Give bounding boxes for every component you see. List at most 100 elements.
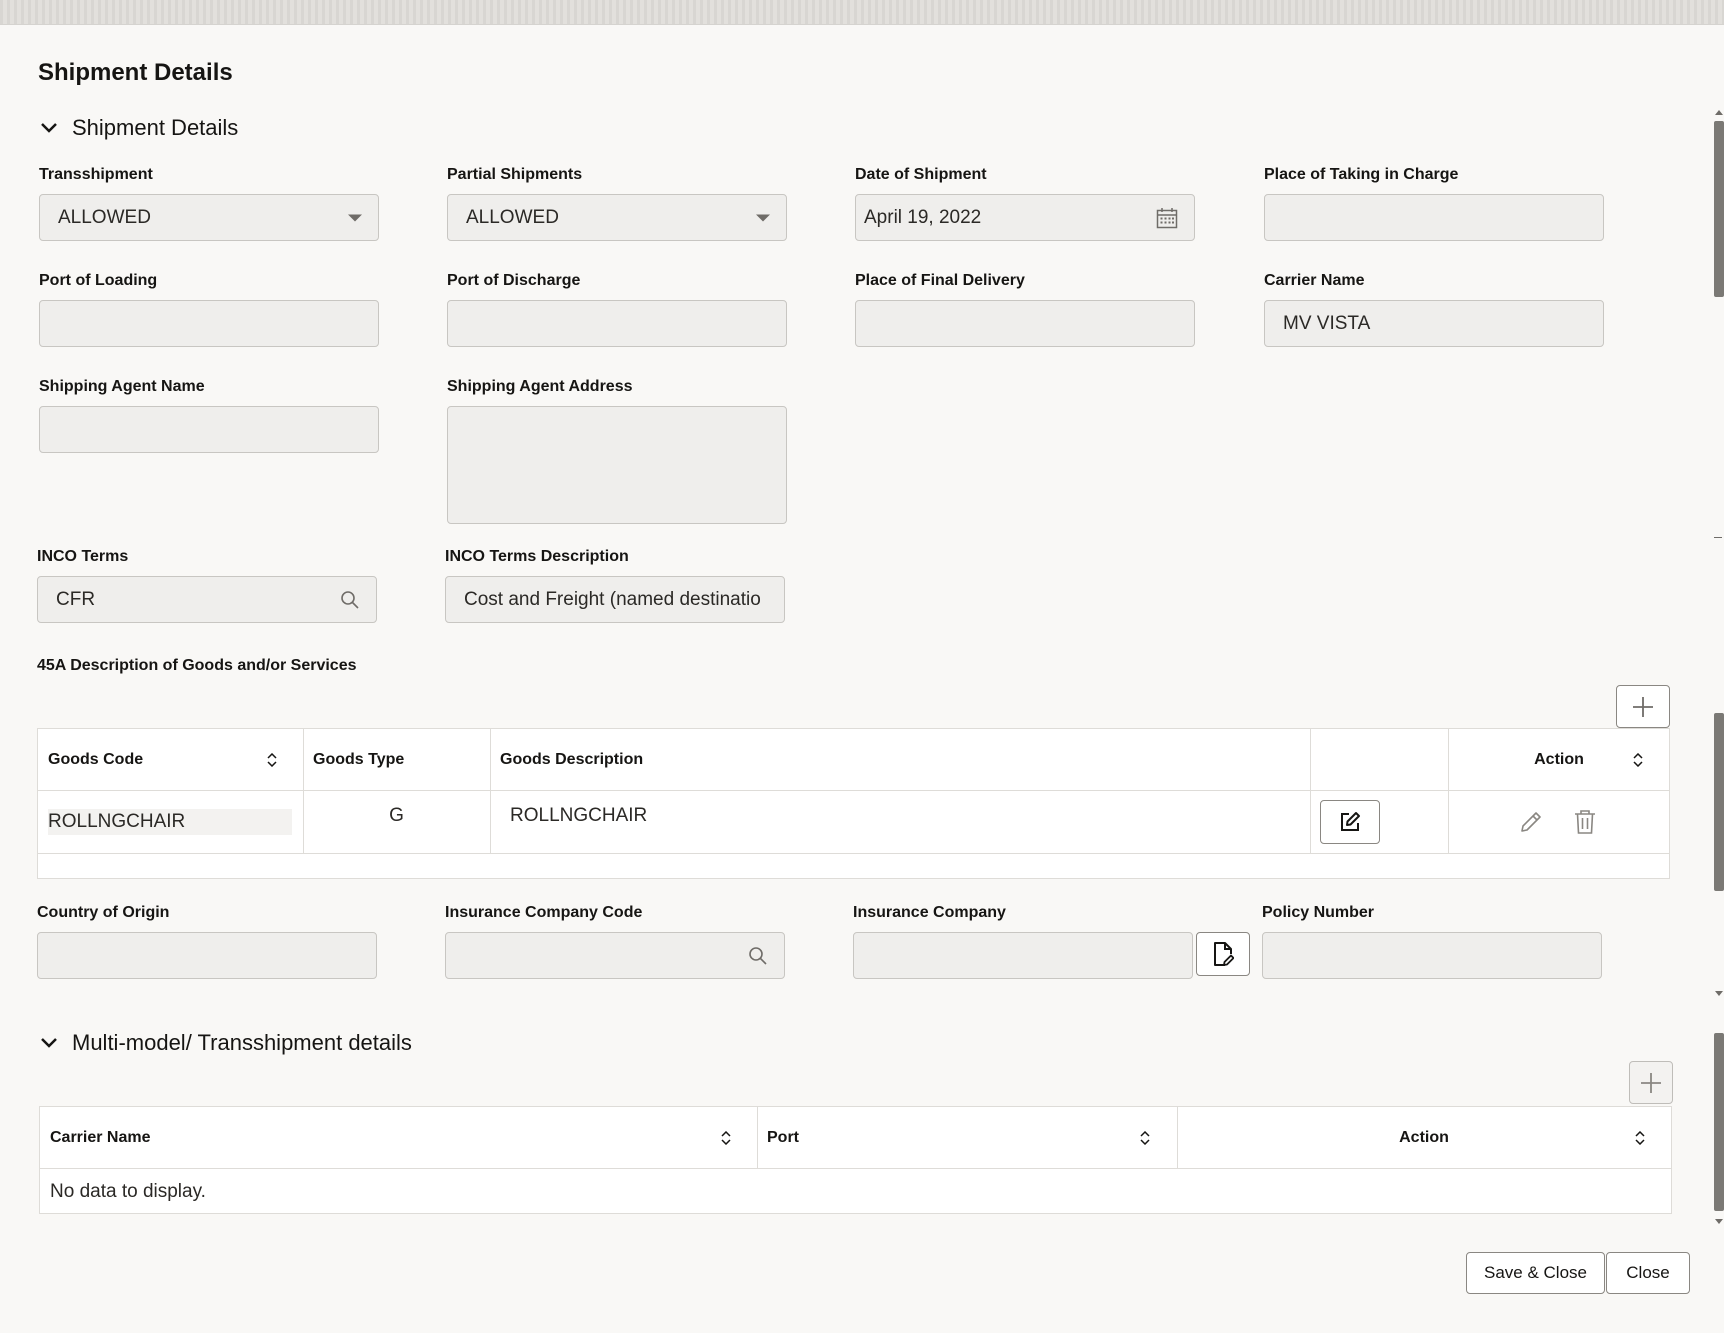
search-icon[interactable] bbox=[748, 946, 768, 966]
shipment-details-dialog: Shipment Details Shipment Details Transs… bbox=[0, 24, 1724, 1333]
sort-icon[interactable] bbox=[720, 1131, 732, 1145]
empty-table-message: No data to display. bbox=[40, 1169, 757, 1214]
transshipment-select[interactable]: ALLOWED bbox=[39, 194, 379, 241]
search-icon[interactable] bbox=[340, 590, 360, 610]
scrollbar-thumb[interactable] bbox=[1714, 713, 1724, 891]
calendar-icon[interactable] bbox=[1156, 207, 1178, 229]
port-header-label: Port bbox=[767, 1129, 799, 1147]
carrier-name-header-label: Carrier Name bbox=[50, 1129, 151, 1147]
partial-shipments-value: ALLOWED bbox=[466, 207, 559, 229]
transshipment-value: ALLOWED bbox=[58, 207, 151, 229]
row-divider bbox=[38, 853, 1669, 854]
inco-terms-description-input[interactable]: Cost and Freight (named destinatio bbox=[445, 576, 785, 623]
port-of-discharge-input[interactable] bbox=[447, 300, 787, 347]
goods-code-cell: ROLLNGCHAIR bbox=[38, 791, 303, 853]
date-of-shipment-label: Date of Shipment bbox=[855, 166, 987, 184]
scrollbar-thumb[interactable] bbox=[1714, 1033, 1724, 1211]
sort-icon[interactable] bbox=[1139, 1131, 1151, 1145]
sort-icon[interactable] bbox=[266, 753, 278, 767]
sort-icon[interactable] bbox=[1634, 1131, 1646, 1145]
background-page-strip bbox=[0, 0, 1724, 26]
goods-type-header-label: Goods Type bbox=[313, 751, 404, 769]
insurance-company-input[interactable] bbox=[853, 932, 1193, 979]
dialog-title: Shipment Details bbox=[38, 59, 233, 87]
edit-description-button[interactable] bbox=[1320, 800, 1380, 844]
add-transshipment-button[interactable] bbox=[1629, 1061, 1673, 1104]
goods-type-cell: G bbox=[303, 791, 490, 841]
shipping-agent-address-textarea[interactable] bbox=[447, 406, 787, 524]
goods-section-label: 45A Description of Goods and/or Services bbox=[37, 657, 357, 675]
place-of-taking-in-charge-label: Place of Taking in Charge bbox=[1264, 166, 1458, 184]
carrier-name-value: MV VISTA bbox=[1283, 313, 1370, 335]
scrollbar-thumb[interactable] bbox=[1714, 121, 1724, 297]
empty-table-text: No data to display. bbox=[50, 1181, 206, 1203]
partial-shipments-label: Partial Shipments bbox=[447, 166, 582, 184]
carrier-name-input[interactable]: MV VISTA bbox=[1264, 300, 1604, 347]
inco-terms-input[interactable]: CFR bbox=[37, 576, 377, 623]
action-header-label: Action bbox=[1399, 1129, 1449, 1147]
pencil-icon[interactable] bbox=[1517, 808, 1545, 836]
goods-action-header-label: Action bbox=[1534, 751, 1584, 769]
country-of-origin-label: Country of Origin bbox=[37, 904, 169, 922]
goods-type-header[interactable]: Goods Type bbox=[303, 729, 490, 790]
goods-table: Goods Code Goods Type Goods Description … bbox=[37, 728, 1670, 879]
transshipment-label: Transshipment bbox=[39, 166, 153, 184]
add-goods-button[interactable] bbox=[1616, 685, 1670, 728]
policy-number-input[interactable] bbox=[1262, 932, 1602, 979]
plus-icon bbox=[1639, 1071, 1663, 1095]
place-of-taking-in-charge-input[interactable] bbox=[1264, 194, 1604, 241]
section-title: Multi-model/ Transshipment details bbox=[72, 1030, 412, 1056]
insurance-company-code-input[interactable] bbox=[445, 932, 785, 979]
document-edit-icon bbox=[1212, 941, 1234, 967]
trash-icon[interactable] bbox=[1571, 808, 1599, 836]
goods-type-value: G bbox=[389, 805, 404, 827]
partial-shipments-select[interactable]: ALLOWED bbox=[447, 194, 787, 241]
goods-description-header-label: Goods Description bbox=[500, 751, 643, 769]
inco-terms-label: INCO Terms bbox=[37, 548, 128, 566]
port-of-loading-label: Port of Loading bbox=[39, 272, 157, 290]
goods-description-cell: ROLLNGCHAIR bbox=[490, 791, 1310, 841]
country-of-origin-input[interactable] bbox=[37, 932, 377, 979]
port-of-discharge-label: Port of Discharge bbox=[447, 272, 580, 290]
transshipment-table: Carrier Name Port Action No data to disp… bbox=[39, 1106, 1672, 1214]
insurance-company-code-label: Insurance Company Code bbox=[445, 904, 642, 922]
inco-terms-description-value: Cost and Freight (named destinatio bbox=[464, 589, 761, 611]
insurance-company-label: Insurance Company bbox=[853, 904, 1006, 922]
chevron-down-icon bbox=[348, 214, 362, 221]
shipping-agent-name-input[interactable] bbox=[39, 406, 379, 453]
date-of-shipment-value: April 19, 2022 bbox=[864, 207, 981, 229]
scroll-up-arrow[interactable] bbox=[1715, 110, 1723, 115]
shipping-agent-address-label: Shipping Agent Address bbox=[447, 378, 632, 396]
inco-terms-value: CFR bbox=[56, 589, 95, 611]
date-of-shipment-input[interactable]: April 19, 2022 bbox=[855, 194, 1195, 241]
carrier-name-header[interactable]: Carrier Name bbox=[40, 1107, 757, 1168]
port-header[interactable]: Port bbox=[757, 1107, 1177, 1168]
scroll-marker bbox=[1714, 537, 1722, 538]
close-button[interactable]: Close bbox=[1606, 1252, 1690, 1294]
inco-terms-description-label: INCO Terms Description bbox=[445, 548, 629, 566]
goods-code-header-label: Goods Code bbox=[48, 751, 143, 769]
goods-code-header[interactable]: Goods Code bbox=[38, 729, 303, 790]
goods-description-header[interactable]: Goods Description bbox=[490, 729, 1310, 790]
multimodel-section-toggle[interactable]: Multi-model/ Transshipment details bbox=[38, 1030, 412, 1056]
save-and-close-button[interactable]: Save & Close bbox=[1466, 1252, 1605, 1294]
scroll-down-arrow[interactable] bbox=[1715, 1219, 1723, 1224]
place-of-final-delivery-input[interactable] bbox=[855, 300, 1195, 347]
shipping-agent-name-label: Shipping Agent Name bbox=[39, 378, 205, 396]
section-title: Shipment Details bbox=[72, 115, 238, 141]
chevron-down-icon bbox=[38, 117, 60, 139]
place-of-final-delivery-label: Place of Final Delivery bbox=[855, 272, 1025, 290]
carrier-name-label: Carrier Name bbox=[1264, 272, 1365, 290]
goods-description-value: ROLLNGCHAIR bbox=[510, 805, 647, 827]
insurance-company-details-button[interactable] bbox=[1196, 932, 1250, 976]
goods-code-value: ROLLNGCHAIR bbox=[48, 809, 292, 835]
port-of-loading-input[interactable] bbox=[39, 300, 379, 347]
action-header[interactable]: Action bbox=[1177, 1107, 1671, 1168]
goods-edit-header bbox=[1310, 729, 1448, 790]
scroll-down-arrow[interactable] bbox=[1715, 991, 1723, 996]
plus-icon bbox=[1631, 695, 1655, 719]
sort-icon[interactable] bbox=[1632, 753, 1644, 767]
edit-note-icon bbox=[1339, 811, 1361, 833]
shipment-details-section-toggle[interactable]: Shipment Details bbox=[38, 115, 238, 141]
chevron-down-icon bbox=[756, 214, 770, 221]
